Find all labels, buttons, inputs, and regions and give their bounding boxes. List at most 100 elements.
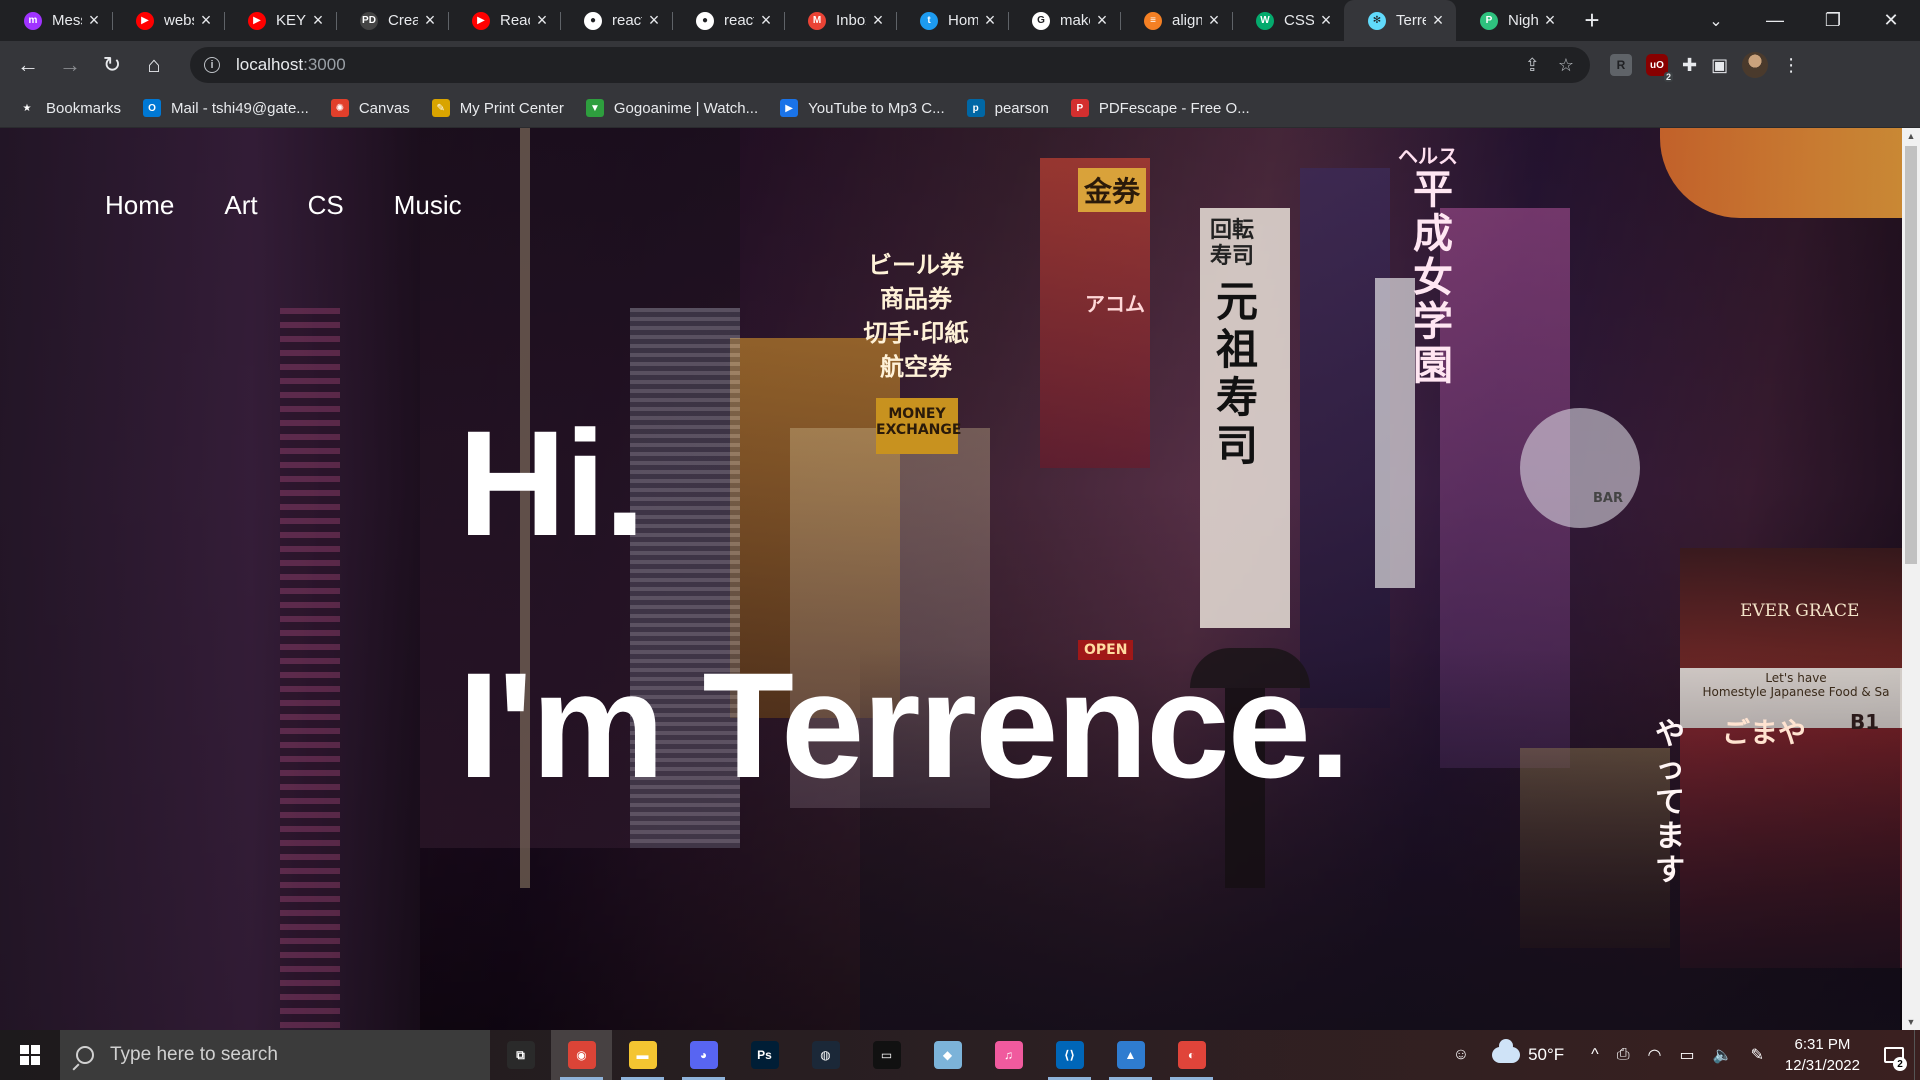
site-info-icon[interactable]: i xyxy=(204,57,220,73)
bookmark-item[interactable]: ▼ Gogoanime | Watch... xyxy=(585,99,758,117)
reload-button[interactable]: ↻ xyxy=(92,45,132,85)
extensions-puzzle-icon[interactable]: ✚ xyxy=(1682,55,1697,76)
tab-close-icon[interactable]: × xyxy=(1430,10,1446,31)
browser-tab[interactable]: ▶ KEY V× xyxy=(224,0,336,41)
taskbar-app-steam[interactable]: ◍ xyxy=(795,1030,856,1080)
tab-close-icon[interactable]: × xyxy=(1542,10,1558,31)
outlook-icon: O xyxy=(143,99,162,117)
bookmark-item[interactable]: O Mail - tshi49@gate... xyxy=(143,99,309,117)
browser-tab[interactable]: M Inbox× xyxy=(784,0,896,41)
tab-close-icon[interactable]: × xyxy=(310,10,326,31)
browser-tab[interactable]: W CSS × xyxy=(1232,0,1344,41)
tab-close-icon[interactable]: × xyxy=(86,10,102,31)
weather-widget[interactable]: 50°F xyxy=(1492,1039,1565,1065)
nav-link-cs[interactable]: CS xyxy=(308,190,344,221)
browser-tab[interactable]: m Messenger× xyxy=(0,0,112,41)
nav-link-music[interactable]: Music xyxy=(394,190,462,221)
tab-close-icon[interactable]: × xyxy=(758,10,774,31)
browser-tab[interactable]: ▶ React× xyxy=(448,0,560,41)
nav-link-home[interactable]: Home xyxy=(105,190,174,221)
scroll-up-arrow-icon[interactable]: ▲ xyxy=(1902,128,1920,144)
sign-ganso: 元祖寿司 xyxy=(1215,277,1258,470)
taskbar-app-terminal[interactable]: ▭ xyxy=(856,1030,917,1080)
tab-close-icon[interactable]: × xyxy=(1318,10,1334,31)
browser-tab[interactable]: P Nigh × xyxy=(1456,0,1568,41)
bookmark-item[interactable]: P PDFescape - Free O... xyxy=(1070,99,1250,117)
close-window-button[interactable]: ✕ xyxy=(1862,0,1920,41)
share-icon[interactable]: ⇪ xyxy=(1525,55,1540,76)
bookmark-label: Canvas xyxy=(358,99,410,117)
tab-close-icon[interactable]: × xyxy=(646,10,662,31)
taskbar-app-itunes[interactable]: ♫ xyxy=(978,1030,1039,1080)
browser-tab[interactable]: ✻ Terrence× xyxy=(1344,0,1456,41)
taskbar-app-vscode[interactable]: ⟨⟩ xyxy=(1039,1030,1100,1080)
browser-tab[interactable]: ● react× xyxy=(672,0,784,41)
bookmark-item[interactable]: ▶ YouTube to Mp3 C... xyxy=(780,99,945,117)
ublock-icon[interactable]: uO 2 xyxy=(1646,54,1673,82)
nav-link-art[interactable]: Art xyxy=(224,190,257,221)
weather-temperature: 50°F xyxy=(1528,1045,1565,1064)
taskbar-app-photoshop[interactable]: Ps xyxy=(734,1030,795,1080)
taskbar-app-chrome[interactable]: ◉ xyxy=(551,1030,612,1080)
browser-tab[interactable]: PD Create× xyxy=(336,0,448,41)
battery-icon[interactable]: ▭ xyxy=(1679,1045,1694,1065)
browser-tab[interactable]: ▶ website× xyxy=(112,0,224,41)
youtube-icon: ▶ xyxy=(248,11,266,30)
tab-title: Messenger xyxy=(52,12,82,29)
address-bar[interactable]: i localhost:3000 ⇪ ☆ xyxy=(190,47,1590,83)
tab-close-icon[interactable]: × xyxy=(534,10,550,31)
start-button[interactable] xyxy=(0,1030,60,1080)
chrome-menu-icon[interactable]: ⋮ xyxy=(1782,55,1800,76)
tab-close-icon[interactable]: × xyxy=(1094,10,1110,31)
bookmark-item[interactable]: ✎ My Print Center xyxy=(431,99,564,117)
bookmark-item[interactable]: p pearson xyxy=(966,99,1049,117)
taskbar-app-photos[interactable]: ▲ xyxy=(1100,1030,1161,1080)
tab-close-icon[interactable]: × xyxy=(870,10,886,31)
tab-search-icon[interactable]: ⌄ xyxy=(1686,0,1746,41)
forward-button[interactable]: → xyxy=(50,45,90,85)
page-scrollbar[interactable]: ▲ ▼ xyxy=(1902,128,1920,1030)
tab-close-icon[interactable]: × xyxy=(198,10,214,31)
taskbar-app-discord[interactable]: ◕ xyxy=(673,1030,734,1080)
browser-tab[interactable]: t Home× xyxy=(896,0,1008,41)
scrollbar-thumb[interactable] xyxy=(1905,146,1917,564)
meet-now-icon[interactable]: ⎙ xyxy=(1617,1046,1630,1064)
minimize-button[interactable]: — xyxy=(1746,0,1804,41)
sign-kaiten: 回転 寿司 xyxy=(1210,218,1255,269)
home-button[interactable]: ⌂ xyxy=(134,45,174,85)
tab-title: CSS xyxy=(1284,12,1314,29)
tab-close-icon[interactable]: × xyxy=(1206,10,1222,31)
volume-icon[interactable]: 🔈 xyxy=(1713,1045,1733,1065)
scroll-down-arrow-icon[interactable]: ▼ xyxy=(1902,1014,1920,1030)
people-icon[interactable]: ☺ xyxy=(1453,1046,1469,1064)
show-hidden-icons-chevron-icon[interactable]: ^ xyxy=(1591,1046,1599,1064)
profile-avatar[interactable] xyxy=(1742,52,1769,78)
url-text[interactable]: localhost:3000 xyxy=(236,55,346,75)
extension-r-icon[interactable]: R xyxy=(1610,54,1632,76)
taskbar-app-notepad[interactable]: ◆ xyxy=(917,1030,978,1080)
tab-close-icon[interactable]: × xyxy=(422,10,438,31)
tab-close-icon[interactable]: × xyxy=(982,10,998,31)
taskbar-search-box[interactable]: Type here to search xyxy=(60,1030,490,1080)
action-center-button[interactable]: 2 xyxy=(1874,1030,1914,1080)
taskbar-app-paint3d[interactable]: ◐ xyxy=(1161,1030,1222,1080)
taskbar-app-task-view[interactable]: ⧉ xyxy=(490,1030,551,1080)
taskbar-clock[interactable]: 6:31 PM 12/31/2022 xyxy=(1785,1034,1860,1076)
bookmark-item[interactable]: ★ Bookmarks xyxy=(18,99,121,117)
bookmark-item[interactable]: ✺ Canvas xyxy=(330,99,410,117)
restore-button[interactable]: ❐ xyxy=(1804,0,1862,41)
p-icon: P xyxy=(1480,11,1498,30)
browser-tab[interactable]: Gmake× xyxy=(1008,0,1120,41)
show-desktop-button[interactable] xyxy=(1914,1030,1920,1080)
bookmark-label: Bookmarks xyxy=(46,99,122,117)
bookmark-star-icon[interactable]: ☆ xyxy=(1558,55,1574,76)
wifi-icon[interactable]: ◠ xyxy=(1648,1045,1662,1065)
taskbar-search-placeholder: Type here to search xyxy=(110,1044,278,1065)
pen-icon[interactable]: ✎ xyxy=(1751,1045,1764,1065)
side-panel-icon[interactable]: ▣ xyxy=(1711,55,1728,76)
browser-tab[interactable]: ≡ align × xyxy=(1120,0,1232,41)
browser-tab[interactable]: ● react× xyxy=(560,0,672,41)
back-button[interactable]: ← xyxy=(8,45,48,85)
taskbar-app-file-explorer[interactable]: ▬ xyxy=(612,1030,673,1080)
new-tab-button[interactable]: + xyxy=(1572,0,1612,41)
